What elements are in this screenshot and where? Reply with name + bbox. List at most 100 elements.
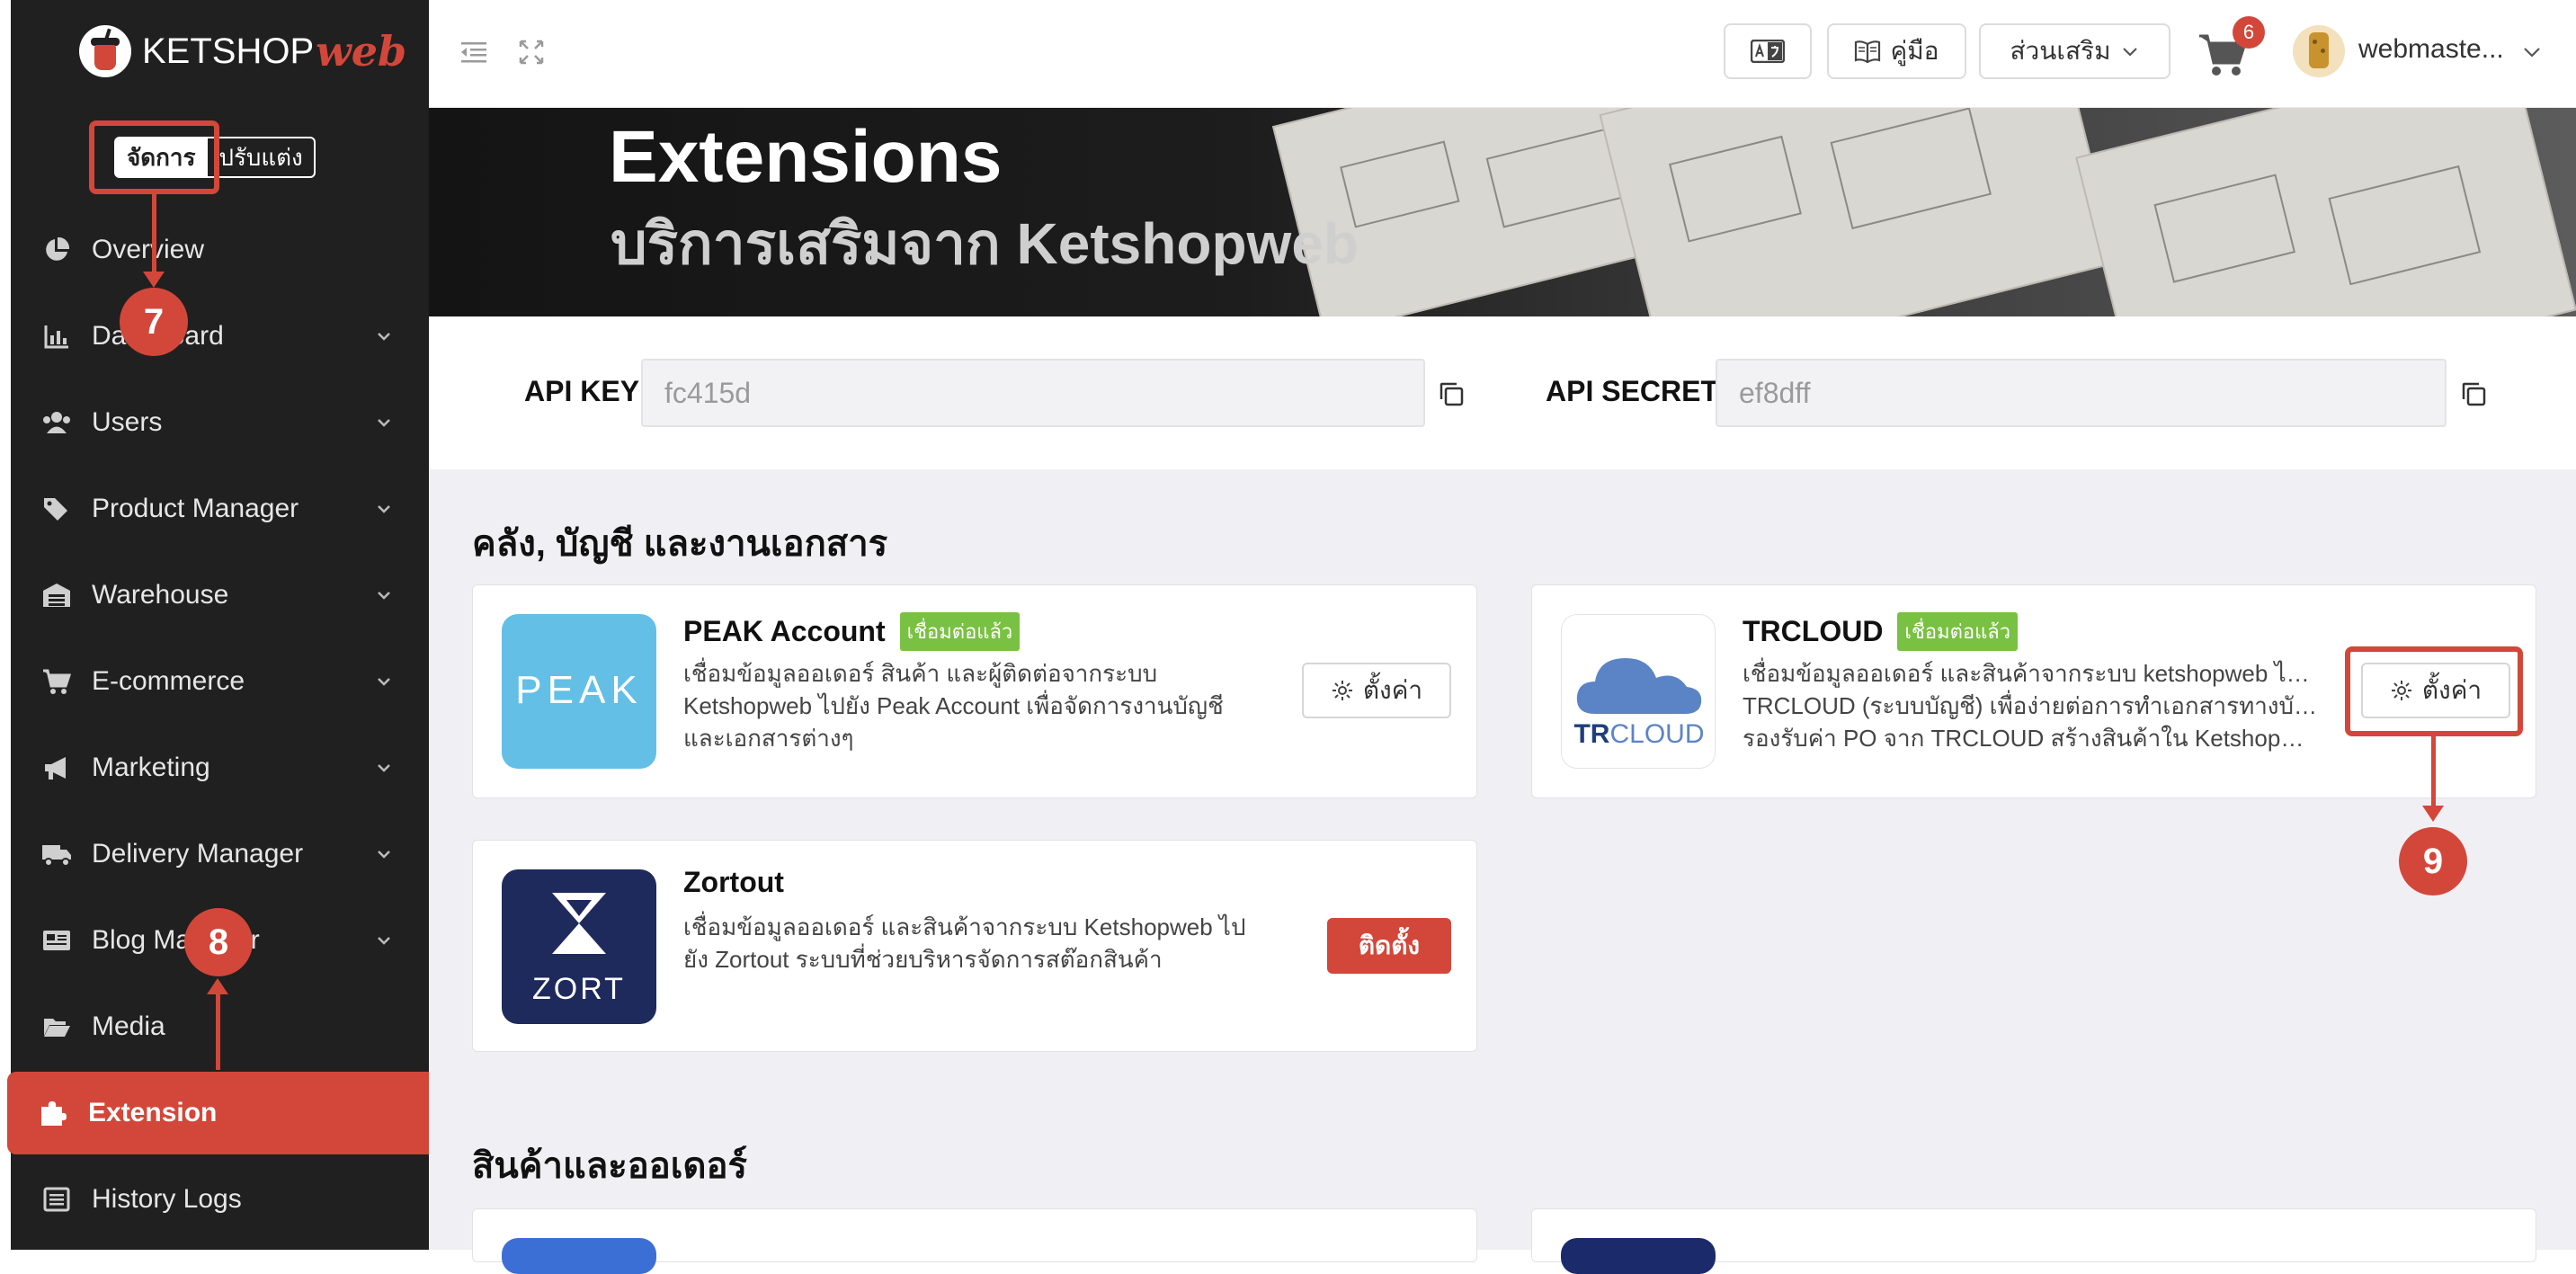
sidebar-item-label: E-commerce — [92, 666, 245, 696]
puzzle-icon — [38, 1098, 68, 1128]
tags-icon — [41, 494, 72, 524]
hero-paper-decoration — [1599, 108, 2118, 316]
annotation-arrow — [143, 272, 165, 288]
sidebar-item-label: Marketing — [92, 753, 210, 782]
peak-logo-text: PEAK — [515, 668, 643, 712]
extension-card-partial — [472, 1208, 1477, 1274]
newspaper-icon — [41, 925, 72, 956]
api-secret-label: API SECRET — [1546, 375, 1719, 407]
extension-card-zortout: ZORT Zortout เชื่อมข้อมูลออเดอร์ และสินค… — [472, 840, 1477, 1052]
api-credentials: API KEY fc415d API SECRET ef8dff — [429, 316, 2576, 469]
sidebar-item-dashboard[interactable]: Dashboard — [11, 293, 429, 379]
peak-settings-button[interactable]: ตั้งค่า — [1302, 663, 1451, 718]
chevron-down-icon — [378, 592, 390, 600]
manual-button[interactable]: คู่มือ — [1827, 23, 1966, 79]
sidebar-item-warehouse[interactable]: Warehouse — [11, 552, 429, 638]
zortout-logo: ZORT — [502, 869, 656, 1024]
chevron-down-icon — [378, 937, 390, 945]
copy-icon[interactable] — [1438, 380, 1465, 407]
megaphone-icon — [41, 753, 72, 783]
chevron-down-icon — [378, 764, 390, 772]
users-icon — [41, 407, 72, 438]
card-description-line: TRCLOUD (ระบบบัญชี) เพื่อง่ายต่อการทำเอก… — [1743, 692, 2318, 719]
cloud-icon — [1576, 658, 1702, 714]
trcloud-logo: TRCLOUD — [1561, 614, 1716, 769]
annotation-step-8: 8 — [184, 908, 253, 976]
api-key-field[interactable]: fc415d — [641, 359, 1425, 427]
addons-dropdown[interactable]: ส่วนเสริม — [1979, 23, 2170, 79]
card-title-text: PEAK Account — [683, 615, 886, 647]
partial-logo — [1561, 1238, 1716, 1274]
sidebar-item-label: Delivery Manager — [92, 839, 304, 869]
chevron-down-icon — [378, 505, 390, 513]
annotation-step-7: 7 — [120, 288, 188, 356]
card-description: เชื่อมข้อมูลออเดอร์ สินค้า และผู้ติดต่อจ… — [683, 660, 1224, 752]
chevron-down-icon — [2122, 48, 2137, 57]
settings-label: ตั้งค่า — [1362, 676, 1423, 704]
avatar[interactable] — [2293, 25, 2345, 77]
fullscreen-icon[interactable] — [515, 36, 548, 68]
card-title: Zortout — [683, 866, 784, 899]
zortout-install-button[interactable]: ติดตั้ง — [1327, 918, 1451, 974]
topbar: คู่มือ ส่วนเสริม 6 webmaste... — [429, 0, 2576, 108]
card-description-line: รองรับค่า PO จาก TRCLOUD สร้างสินค้าใน K… — [1743, 725, 2318, 752]
api-key-label: API KEY — [524, 375, 640, 407]
brand-name: KETSHOP — [142, 31, 315, 71]
sidebar-item-ecommerce[interactable]: E-commerce — [11, 638, 429, 725]
sidebar-item-label: Media — [92, 1011, 165, 1041]
annotation-line — [152, 194, 156, 273]
hero-banner: Extensions บริการเสริมจาก Ketshopweb — [429, 108, 2576, 316]
page-title: Extensions — [609, 116, 1003, 198]
card-title: PEAK Account เชื่อมต่อแล้ว — [683, 612, 1021, 651]
annotation-line — [216, 993, 220, 1070]
sidebar-item-label: Warehouse — [92, 580, 229, 610]
sidebar-item-history-logs[interactable]: History Logs — [11, 1156, 429, 1243]
username[interactable]: webmaste... — [2358, 34, 2504, 65]
sidebar-item-product-manager[interactable]: Product Manager — [11, 466, 429, 552]
sidebar-item-label: Product Manager — [92, 494, 299, 523]
card-title: TRCLOUD เชื่อมต่อแล้ว — [1743, 612, 2019, 651]
sidebar-collapse-icon[interactable] — [458, 36, 490, 68]
sidebar-item-marketing[interactable]: Marketing — [11, 725, 429, 811]
extension-card-partial — [1531, 1208, 2536, 1274]
chevron-down-icon[interactable] — [2521, 41, 2543, 63]
extension-card-peak: PEAK PEAK Account เชื่อมต่อแล้ว เชื่อมข้… — [472, 584, 1477, 798]
trcloud-wordmark: TRCLOUD — [1562, 719, 1715, 750]
sidebar-item-extension[interactable]: Extension — [7, 1072, 440, 1154]
sidebar-item-overview[interactable]: Overview — [11, 207, 429, 293]
peak-logo: PEAK — [502, 614, 656, 769]
pie-chart-icon — [41, 235, 72, 265]
cup-logo-icon — [79, 25, 131, 77]
section-title: สินค้าและออเดอร์ — [472, 1146, 747, 1186]
chevron-down-icon — [378, 851, 390, 859]
manual-label: คู่มือ — [1890, 37, 1939, 65]
card-description: เชื่อมข้อมูลออเดอร์ และสินค้าจากระบบ Ket… — [683, 913, 1246, 973]
truck-icon — [41, 839, 72, 869]
folder-open-icon — [41, 1011, 72, 1042]
mode-customize-button[interactable]: ปรับแต่ง — [206, 137, 316, 178]
zort-logo-text: ZORT — [532, 972, 626, 1006]
list-icon — [41, 1184, 72, 1215]
sidebar-item-delivery-manager[interactable]: Delivery Manager — [11, 811, 429, 897]
annotation-highlight-mode — [89, 120, 219, 194]
sidebar-item-users[interactable]: Users — [11, 379, 429, 466]
annotation-arrow — [2422, 806, 2444, 822]
status-badge: เชื่อมต่อแล้ว — [1897, 612, 2019, 651]
status-badge: เชื่อมต่อแล้ว — [899, 612, 1021, 651]
api-secret-field[interactable]: ef8dff — [1716, 359, 2447, 427]
translate-button[interactable] — [1724, 23, 1812, 79]
zort-mark-icon — [552, 893, 606, 954]
book-icon — [1855, 40, 1881, 63]
annotation-highlight-settings — [2345, 646, 2523, 736]
brand-logo[interactable]: KETSHOP web — [79, 22, 406, 81]
trcloud-logo-tr: TR — [1573, 719, 1610, 749]
chevron-down-icon — [378, 678, 390, 686]
addons-label: ส่วนเสริม — [2010, 37, 2111, 65]
sidebar-item-label: Extension — [88, 1098, 218, 1127]
annotation-step-9: 9 — [2399, 827, 2467, 895]
trcloud-logo-cloud: CLOUD — [1609, 719, 1705, 749]
cart-count-badge: 6 — [2233, 16, 2265, 49]
copy-icon[interactable] — [2460, 380, 2487, 407]
brand-accent: web — [316, 27, 407, 76]
hero-paper-decoration — [2075, 108, 2576, 316]
